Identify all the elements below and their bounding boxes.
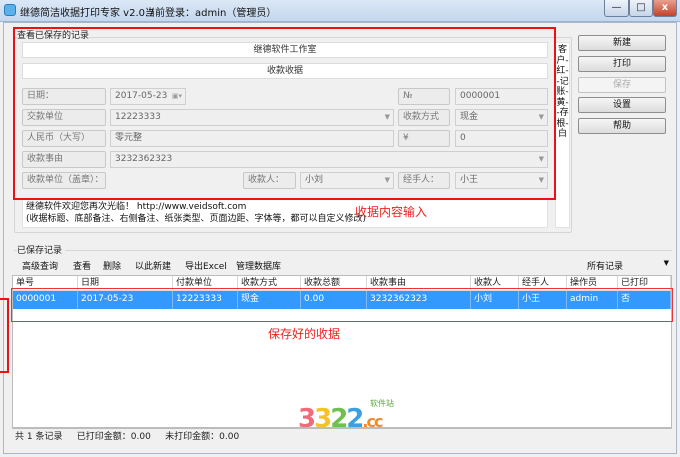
title-bar: 继德简洁收据打印专家 v2.0.7 当前登录：admin（管理员） — □ x — [0, 0, 680, 22]
annotation-input-label: 收据内容输入 — [355, 205, 428, 219]
side-note: 客户-红--记账-黄--存根-白 — [555, 42, 570, 228]
minimize-button[interactable]: — — [604, 0, 629, 17]
annotation-box-row — [11, 288, 673, 322]
window-title: 继德简洁收据打印专家 v2.0.7 — [20, 8, 155, 19]
settings-button[interactable]: 设置 — [578, 97, 666, 113]
records-group-label: 已保存记录 — [17, 243, 66, 256]
login-info: 当前登录：admin（管理员） — [145, 8, 277, 19]
advanced-search-button[interactable]: 高级查询 — [22, 259, 58, 272]
unprinted-amount: 未打印金额：0.00 — [165, 432, 240, 442]
status-bar: 共 1 条记录 已打印金额：0.00 未打印金额：0.00 — [12, 428, 672, 445]
annotation-saved-label: 保存好的收据 — [268, 327, 341, 341]
export-excel-button[interactable]: 导出Excel — [185, 259, 227, 272]
view-button[interactable]: 查看 — [73, 259, 91, 272]
records-divider — [14, 250, 672, 251]
app-icon — [4, 4, 16, 16]
footer-line-1: 继德软件欢迎您再次光临！ http://www.veidsoft.com — [26, 202, 247, 212]
delete-button[interactable]: 删除 — [103, 259, 121, 272]
receipt-footer[interactable]: 继德软件欢迎您再次光临！ http://www.veidsoft.com (收据… — [22, 198, 548, 228]
new-button[interactable]: 新建 — [578, 35, 666, 51]
new-from-this-button[interactable]: 以此新建 — [135, 259, 171, 272]
close-button[interactable]: x — [653, 0, 677, 17]
print-button[interactable]: 打印 — [578, 56, 666, 72]
maximize-button[interactable]: □ — [629, 0, 653, 17]
footer-line-2: (收据标题、底部备注、右侧备注、纸张类型、页面边距、字体等，都可以自定义修改) — [26, 214, 367, 224]
printed-amount: 已打印金额：0.00 — [76, 432, 151, 442]
chevron-down-icon: ▼ — [663, 259, 669, 267]
save-button[interactable]: 保存 — [578, 77, 666, 93]
filter-value: 所有记录 — [587, 262, 624, 272]
record-count: 共 1 条记录 — [15, 432, 63, 442]
manage-database-button[interactable]: 管理数据库 — [236, 259, 281, 272]
annotation-bracket — [0, 298, 9, 373]
help-button[interactable]: 帮助 — [578, 118, 666, 134]
annotation-box-input — [13, 27, 556, 200]
filter-select[interactable]: 所有记录 ▼ — [587, 259, 672, 272]
